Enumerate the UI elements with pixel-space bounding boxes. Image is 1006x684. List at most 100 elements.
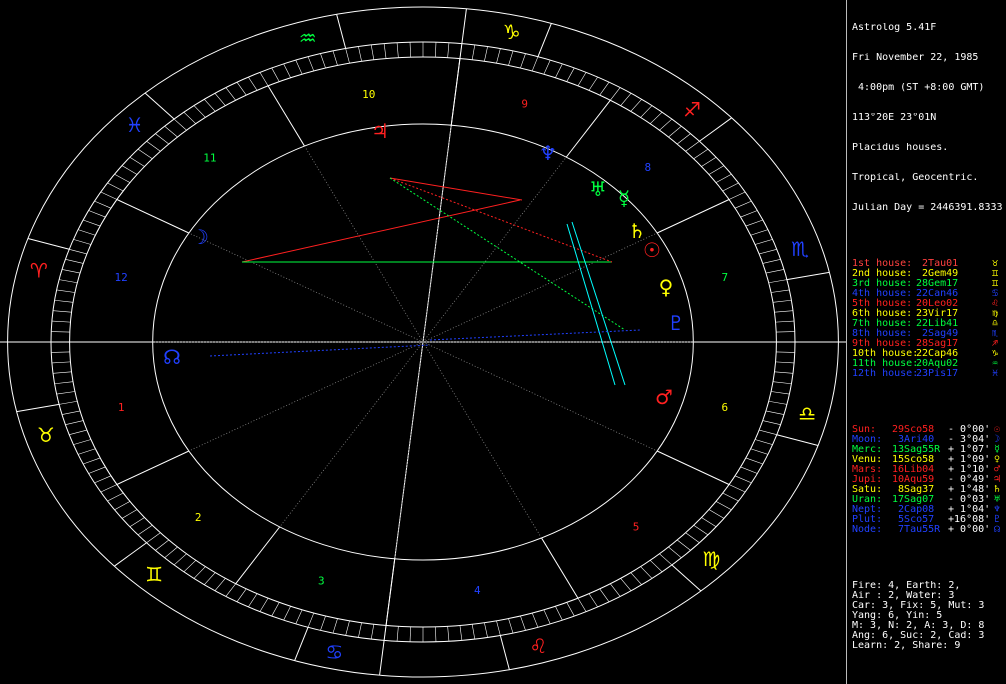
degree-tick (734, 475, 752, 484)
house-cusp-line (385, 558, 396, 626)
mars-icon: ♂ (655, 385, 673, 409)
degree-tick (555, 63, 563, 78)
chart-location: 113°20E 23°01N (852, 113, 937, 123)
degree-tick (59, 279, 78, 284)
degree-tick (193, 566, 206, 579)
degree-tick (765, 269, 785, 274)
degree-tick (214, 578, 226, 591)
degree-tick (56, 289, 76, 293)
degree-tick (668, 125, 682, 138)
degree-tick (659, 553, 673, 566)
planet-label: Node: (852, 524, 883, 535)
degree-tick (762, 259, 781, 264)
degree-tick (630, 99, 642, 112)
house-cusp-line (656, 450, 730, 485)
house-number: 9 (521, 98, 528, 111)
degree-tick (768, 400, 787, 405)
stat-line: Car: 3, Fix: 5, Mut: 3 (852, 601, 985, 611)
zodiac-sign-icon: ♒ (299, 26, 317, 50)
degree-tick (577, 72, 587, 86)
degree-tick (620, 93, 632, 106)
degree-tick (685, 532, 700, 543)
degree-tick (56, 391, 76, 395)
moon-icon: ☽ (191, 225, 209, 249)
sign-divider (537, 23, 552, 57)
degree-tick (459, 43, 463, 59)
degree-tick (459, 625, 463, 641)
zodiac-sign-icon: ♌ (529, 634, 547, 658)
astrolog-window: 1 2 3 4 5 6 7 8 9 10 11 12 ♉ ♊ ♋ ♌ ♍ ♎ ♏ ♐ ♑ ♒ ♓ ♈ ♃ ♆ ♅ ☿ ♄ ☉ ♀ ♇ ♂ ☽ ☊ A… (0, 0, 1006, 684)
pluto-icon: ♇ (667, 311, 685, 335)
degree-tick (121, 165, 138, 175)
degree-tick (61, 410, 81, 415)
sign-divider (144, 92, 175, 120)
aspect-line (389, 177, 613, 263)
jupiter-icon: ♃ (371, 119, 389, 143)
degree-tick (496, 620, 501, 636)
degree-tick (59, 400, 78, 405)
degree-tick (531, 612, 539, 628)
degree-tick (447, 626, 450, 642)
degree-tick (745, 457, 763, 465)
zodiac-sign-icon: ♋ (325, 640, 343, 664)
degree-tick (734, 200, 752, 209)
degree-tick (471, 44, 476, 60)
degree-tick (396, 626, 399, 642)
degree-tick (649, 560, 663, 573)
degree-tick (107, 492, 124, 502)
zodiac-sign-icon: ♍ (702, 547, 720, 571)
degree-tick (776, 331, 795, 333)
house-row: 12th house: 23Pis17 ♓ (852, 369, 1006, 379)
house-system: Placidus houses. (852, 143, 949, 153)
sign-glyph-icon: ♓ (992, 368, 999, 379)
degree-tick (164, 125, 178, 138)
sign-divider (776, 434, 819, 447)
degree-tick (508, 50, 514, 66)
degree-tick (193, 105, 206, 118)
degree-tick (685, 141, 700, 152)
sign-divider (114, 542, 147, 567)
degree-tick (51, 331, 70, 333)
degree-tick (345, 620, 350, 636)
sign-divider (16, 403, 60, 413)
chart-date: Fri November 22, 1985 (852, 53, 979, 63)
degree-tick (728, 484, 746, 493)
degree-tick (295, 609, 303, 625)
degree-tick (728, 191, 746, 200)
planet-positions-list: Sun: 29Sco58 - 0°00' ☉ Moon: 3Ari40 - 3°04… (852, 425, 1006, 535)
house-cusps-list: 1st house: 2Tau01 ♉ 2nd house: 2Gem49 ♊ 3rd … (852, 259, 1006, 379)
degree-tick (53, 371, 72, 374)
house-number: 11 (203, 152, 216, 165)
degree-tick (283, 606, 291, 621)
info-panel: Astrolog 5.41F Fri November 22, 1985 4:0… (846, 0, 1006, 684)
house-number: 7 (722, 271, 729, 284)
degree-tick (332, 50, 338, 66)
house-number: 12 (115, 271, 128, 284)
degree-tick (345, 48, 350, 64)
degree-tick (640, 105, 653, 118)
house-cusp-inner (279, 341, 424, 528)
house-cusp-line (267, 85, 305, 147)
degree-tick (271, 67, 280, 82)
degree-tick (259, 72, 269, 86)
aspect-line (241, 199, 521, 263)
degree-tick (774, 310, 793, 313)
house-cusp-value: 23Pis17 (910, 368, 959, 379)
degree-tick (236, 82, 247, 96)
zodiac-sign-icon: ♎ (798, 402, 816, 426)
degree-tick (659, 118, 673, 131)
degree-tick (248, 593, 258, 608)
house-cusp-line (541, 537, 579, 599)
degree-tick (620, 578, 632, 591)
degree-tick (259, 598, 269, 612)
degree-tick (358, 46, 362, 62)
degree-tick (77, 229, 96, 236)
degree-tick (370, 624, 375, 640)
degree-tick (83, 219, 101, 227)
house-number: 4 (474, 584, 481, 597)
degree-tick (77, 448, 96, 455)
sign-divider (671, 564, 702, 592)
degree-tick (51, 351, 70, 353)
degree-tick (447, 42, 450, 58)
neptune-icon: ♆ (539, 141, 557, 165)
